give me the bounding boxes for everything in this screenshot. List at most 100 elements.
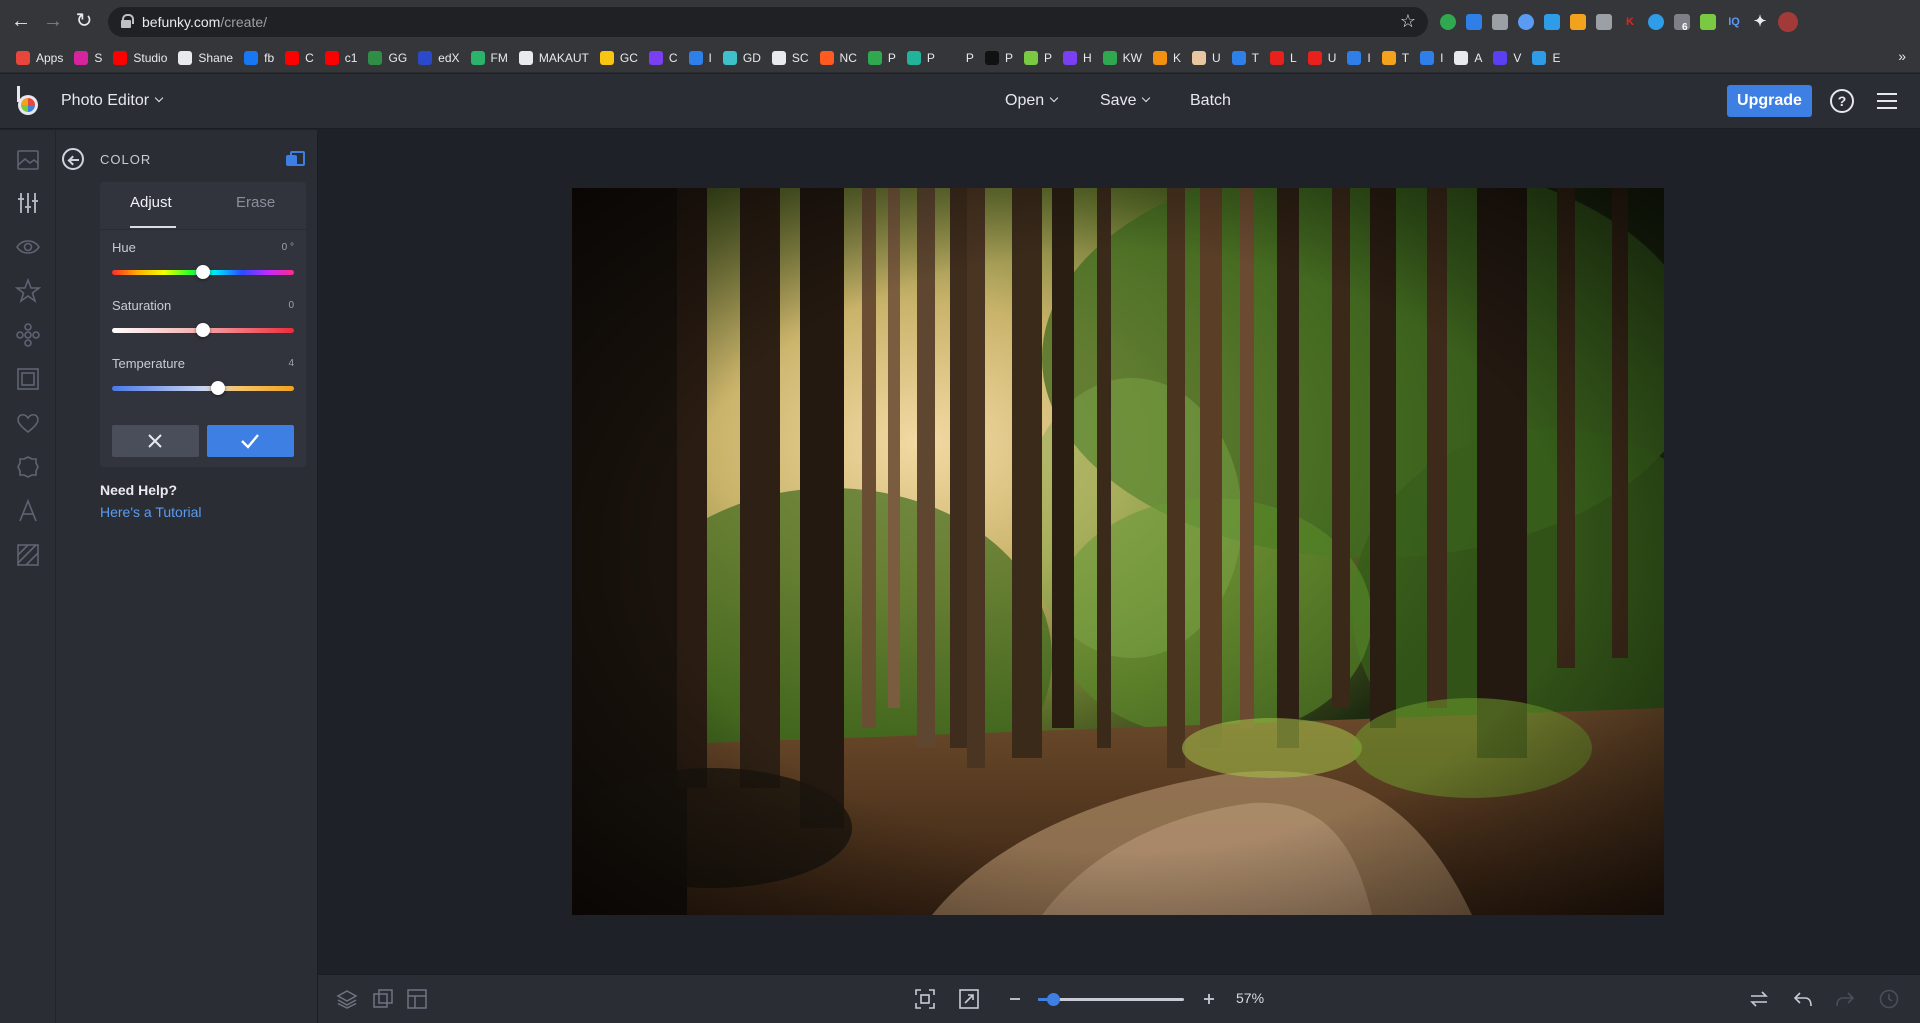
extension-icon[interactable] bbox=[1570, 14, 1586, 30]
forest-photo[interactable] bbox=[572, 188, 1664, 915]
extension-icon[interactable]: IQ bbox=[1726, 14, 1742, 30]
bookmark-item[interactable]: SC bbox=[768, 46, 816, 70]
bookmark-item[interactable]: KW bbox=[1099, 46, 1149, 70]
image-manager-icon[interactable] bbox=[15, 147, 41, 173]
back-arrow-icon[interactable] bbox=[62, 148, 84, 170]
extension-icon[interactable] bbox=[1596, 14, 1612, 30]
temperature-slider-thumb[interactable] bbox=[210, 381, 225, 395]
bookmark-star-icon[interactable]: ☆ bbox=[1400, 11, 1416, 32]
bookmark-item[interactable]: P bbox=[981, 46, 1020, 70]
help-icon[interactable]: ? bbox=[1830, 89, 1854, 113]
extension-icon[interactable]: 6 bbox=[1674, 14, 1690, 33]
layers-copy-icon[interactable] bbox=[286, 151, 305, 167]
photo-editor-dropdown[interactable]: Photo Editor bbox=[61, 92, 164, 110]
touch-up-eye-icon[interactable] bbox=[15, 234, 41, 260]
tab-adjust[interactable]: Adjust bbox=[130, 194, 172, 211]
tab-erase[interactable]: Erase bbox=[236, 194, 275, 211]
layers-icon[interactable] bbox=[336, 988, 358, 1010]
undo-icon[interactable] bbox=[1792, 988, 1814, 1010]
bookmark-item[interactable]: Studio bbox=[109, 46, 174, 70]
hue-slider[interactable] bbox=[112, 265, 294, 279]
bookmark-item[interactable]: I bbox=[1416, 46, 1450, 70]
back-arrow-icon[interactable]: ← bbox=[9, 9, 33, 33]
bookmark-item[interactable]: c1 bbox=[321, 46, 365, 70]
apply-button[interactable] bbox=[207, 425, 294, 457]
batch-button[interactable]: Batch bbox=[1190, 92, 1231, 110]
bookmark-item[interactable]: FM bbox=[467, 46, 515, 70]
save-menu[interactable]: Save bbox=[1100, 92, 1151, 110]
bookmark-item[interactable]: U bbox=[1304, 46, 1344, 70]
saturation-slider[interactable] bbox=[112, 323, 294, 337]
history-icon[interactable] bbox=[1878, 988, 1900, 1010]
bookmark-item[interactable]: P bbox=[864, 46, 903, 70]
bookmark-item[interactable]: I bbox=[685, 46, 719, 70]
bookmark-item[interactable]: K bbox=[1149, 46, 1188, 70]
bookmark-item[interactable]: MAKAUT bbox=[515, 46, 596, 70]
bookmark-item[interactable]: P bbox=[1020, 46, 1059, 70]
hue-slider-thumb[interactable] bbox=[196, 265, 210, 279]
bookmark-item[interactable]: fb bbox=[240, 46, 281, 70]
textures-icon[interactable] bbox=[15, 542, 41, 568]
open-menu[interactable]: Open bbox=[1005, 92, 1059, 110]
more-bookmarks-icon[interactable]: » bbox=[1898, 48, 1906, 64]
frames-icon[interactable] bbox=[15, 366, 41, 392]
effects-star-icon[interactable] bbox=[14, 277, 42, 304]
zoom-out-icon[interactable] bbox=[1004, 988, 1026, 1010]
zoom-slider-thumb[interactable] bbox=[1046, 993, 1060, 1006]
extension-icon[interactable] bbox=[1466, 14, 1482, 30]
extension-icon[interactable] bbox=[1544, 14, 1560, 30]
bookmark-item[interactable]: GD bbox=[719, 46, 768, 70]
bookmark-item[interactable]: Shane bbox=[174, 46, 240, 70]
compare-icon[interactable] bbox=[372, 988, 394, 1010]
bookmark-item[interactable]: edX bbox=[414, 46, 466, 70]
forward-arrow-icon[interactable]: → bbox=[41, 9, 65, 33]
bookmark-item[interactable]: P bbox=[942, 46, 981, 70]
adjust-sliders-icon[interactable] bbox=[15, 190, 41, 216]
bookmark-item[interactable]: A bbox=[1450, 46, 1489, 70]
extension-icon[interactable] bbox=[1518, 14, 1534, 30]
bookmark-item[interactable]: GC bbox=[596, 46, 645, 70]
graphics-heart-icon[interactable] bbox=[15, 410, 41, 436]
text-icon[interactable] bbox=[15, 498, 41, 524]
bookmark-item[interactable]: L bbox=[1266, 46, 1304, 70]
hamburger-menu-icon[interactable] bbox=[1877, 93, 1897, 109]
bookmark-item[interactable]: NC bbox=[816, 46, 864, 70]
extension-icon[interactable] bbox=[1440, 14, 1456, 30]
fit-to-screen-icon[interactable] bbox=[914, 988, 936, 1010]
bookmark-item[interactable]: C bbox=[645, 46, 685, 70]
bookmark-item[interactable]: E bbox=[1528, 46, 1567, 70]
bookmark-item[interactable]: C bbox=[281, 46, 321, 70]
layout-icon[interactable] bbox=[406, 988, 428, 1010]
bookmark-item[interactable]: GG bbox=[364, 46, 414, 70]
tutorial-link[interactable]: Here's a Tutorial bbox=[100, 504, 202, 520]
bookmark-item[interactable]: U bbox=[1188, 46, 1228, 70]
profile-avatar[interactable] bbox=[1778, 12, 1798, 32]
temperature-slider[interactable] bbox=[112, 381, 294, 395]
extension-icon[interactable]: K bbox=[1622, 14, 1638, 30]
bookmark-item[interactable]: T bbox=[1378, 46, 1416, 70]
flip-swap-icon[interactable] bbox=[1748, 988, 1770, 1010]
bookmark-item[interactable]: Apps bbox=[12, 46, 70, 70]
befunky-logo[interactable] bbox=[15, 86, 41, 116]
zoom-slider[interactable] bbox=[1038, 993, 1184, 1006]
extension-icon[interactable] bbox=[1700, 14, 1716, 30]
puzzle-icon[interactable]: ✦ bbox=[1752, 14, 1768, 30]
overlays-badge-icon[interactable] bbox=[15, 454, 41, 480]
camera-extension-icon[interactable] bbox=[1492, 14, 1508, 30]
bookmark-item[interactable]: S bbox=[70, 46, 109, 70]
bookmark-item[interactable]: I bbox=[1343, 46, 1377, 70]
zoom-in-icon[interactable] bbox=[1198, 988, 1220, 1010]
bookmark-item[interactable]: H bbox=[1059, 46, 1099, 70]
address-bar[interactable]: befunky.com/create/ ☆ bbox=[108, 7, 1428, 37]
cancel-button[interactable] bbox=[112, 425, 199, 457]
reload-icon[interactable]: ↻ bbox=[72, 9, 96, 33]
extension-icon[interactable] bbox=[1648, 14, 1664, 30]
upgrade-button[interactable]: Upgrade bbox=[1727, 85, 1812, 117]
redo-icon[interactable] bbox=[1834, 988, 1856, 1010]
bookmark-item[interactable]: V bbox=[1489, 46, 1528, 70]
artsy-icon[interactable] bbox=[15, 322, 41, 348]
saturation-slider-thumb[interactable] bbox=[196, 323, 210, 337]
bookmark-item[interactable]: P bbox=[903, 46, 942, 70]
bookmark-item[interactable]: T bbox=[1228, 46, 1266, 70]
actual-size-icon[interactable] bbox=[958, 988, 980, 1010]
